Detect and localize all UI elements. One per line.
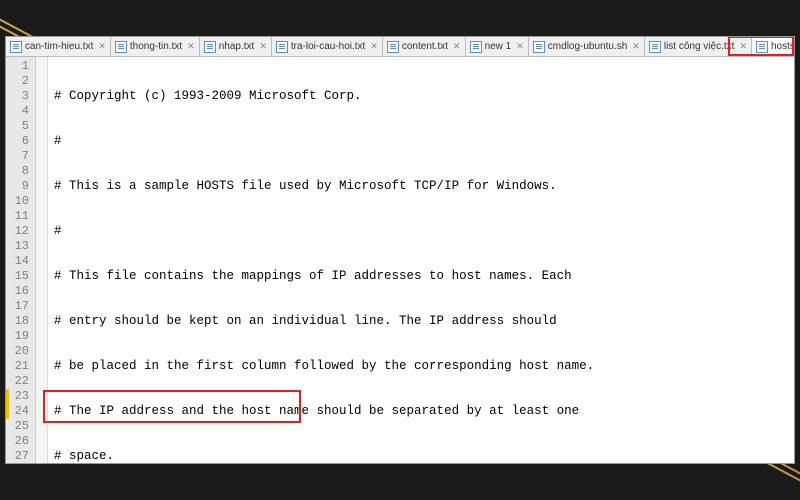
- line-number: 19: [6, 329, 29, 344]
- line-number: 4: [6, 104, 29, 119]
- code-line: #: [54, 224, 794, 239]
- tab-list-cong-viec[interactable]: list công việc.txt ✕: [645, 37, 752, 56]
- line-number: 1: [6, 59, 29, 74]
- tab-new-1[interactable]: new 1 ✕: [466, 37, 529, 56]
- file-icon: [276, 41, 288, 53]
- line-number: 21: [6, 359, 29, 374]
- tab-can-tim-hieu[interactable]: can-tim-hieu.txt ✕: [6, 37, 111, 56]
- tab-label: thong-tin.txt: [130, 41, 182, 52]
- line-number: 20: [6, 344, 29, 359]
- line-number: 17: [6, 299, 29, 314]
- gutter-change-marker: [6, 389, 9, 419]
- tab-bar: can-tim-hieu.txt ✕ thong-tin.txt ✕ nhap.…: [6, 37, 794, 57]
- file-icon: [204, 41, 216, 53]
- editor-window: can-tim-hieu.txt ✕ thong-tin.txt ✕ nhap.…: [5, 36, 795, 464]
- tab-label: list công việc.txt: [664, 41, 735, 52]
- line-number: 3: [6, 89, 29, 104]
- editor-body: 1 2 3 4 5 6 7 8 9 10 11 12 13 14 15 16 1…: [6, 57, 794, 463]
- tab-label: cmdlog-ubuntu.sh: [548, 41, 628, 52]
- code-line: # entry should be kept on an individual …: [54, 314, 794, 329]
- file-icon: [470, 41, 482, 53]
- line-number: 24: [6, 404, 29, 419]
- file-icon: [10, 41, 22, 53]
- line-number: 27: [6, 449, 29, 463]
- close-icon[interactable]: ✕: [98, 41, 106, 52]
- close-icon[interactable]: ✕: [187, 41, 195, 52]
- line-number: 15: [6, 269, 29, 284]
- line-number: 14: [6, 254, 29, 269]
- tab-label: tra-loi-cau-hoi.txt: [291, 41, 365, 52]
- close-icon[interactable]: ✕: [516, 41, 524, 52]
- code-line: #: [54, 134, 794, 149]
- line-number: 26: [6, 434, 29, 449]
- line-number: 2: [6, 74, 29, 89]
- fold-column: [36, 57, 48, 463]
- tab-nhap[interactable]: nhap.txt ✕: [200, 37, 272, 56]
- tab-hosts[interactable]: hosts ✕: [752, 37, 794, 56]
- tab-tra-loi[interactable]: tra-loi-cau-hoi.txt ✕: [272, 37, 383, 56]
- code-line: # The IP address and the host name shoul…: [54, 404, 794, 419]
- line-number: 18: [6, 314, 29, 329]
- file-icon: [756, 41, 768, 53]
- file-icon: [533, 41, 545, 53]
- tab-thong-tin[interactable]: thong-tin.txt ✕: [111, 37, 200, 56]
- tab-cmdlog[interactable]: cmdlog-ubuntu.sh ✕: [529, 37, 645, 56]
- line-number: 11: [6, 209, 29, 224]
- close-icon[interactable]: ✕: [370, 41, 378, 52]
- line-number: 22: [6, 374, 29, 389]
- code-line: # This file contains the mappings of IP …: [54, 269, 794, 284]
- code-line: # be placed in the first column followed…: [54, 359, 794, 374]
- tab-label: nhap.txt: [219, 41, 255, 52]
- line-number: 6: [6, 134, 29, 149]
- line-number: 8: [6, 164, 29, 179]
- code-area[interactable]: # Copyright (c) 1993-2009 Microsoft Corp…: [48, 57, 794, 463]
- tab-label: can-tim-hieu.txt: [25, 41, 93, 52]
- line-number: 13: [6, 239, 29, 254]
- close-icon[interactable]: ✕: [259, 41, 267, 52]
- line-number: 23: [6, 389, 29, 404]
- line-number: 25: [6, 419, 29, 434]
- code-line: # This is a sample HOSTS file used by Mi…: [54, 179, 794, 194]
- tab-label: content.txt: [402, 41, 448, 52]
- line-number: 7: [6, 149, 29, 164]
- line-number-gutter: 1 2 3 4 5 6 7 8 9 10 11 12 13 14 15 16 1…: [6, 57, 36, 463]
- line-number: 16: [6, 284, 29, 299]
- code-line: # Copyright (c) 1993-2009 Microsoft Corp…: [54, 89, 794, 104]
- tab-label: new 1: [485, 41, 512, 52]
- line-number: 10: [6, 194, 29, 209]
- file-icon: [649, 41, 661, 53]
- code-line: # space.: [54, 449, 794, 463]
- close-icon[interactable]: ✕: [632, 41, 640, 52]
- close-icon[interactable]: ✕: [453, 41, 461, 52]
- tab-label: hosts: [771, 41, 794, 52]
- file-icon: [387, 41, 399, 53]
- file-icon: [115, 41, 127, 53]
- line-number: 5: [6, 119, 29, 134]
- line-number: 12: [6, 224, 29, 239]
- close-icon[interactable]: ✕: [739, 41, 747, 52]
- line-number: 9: [6, 179, 29, 194]
- tab-content[interactable]: content.txt ✕: [383, 37, 466, 56]
